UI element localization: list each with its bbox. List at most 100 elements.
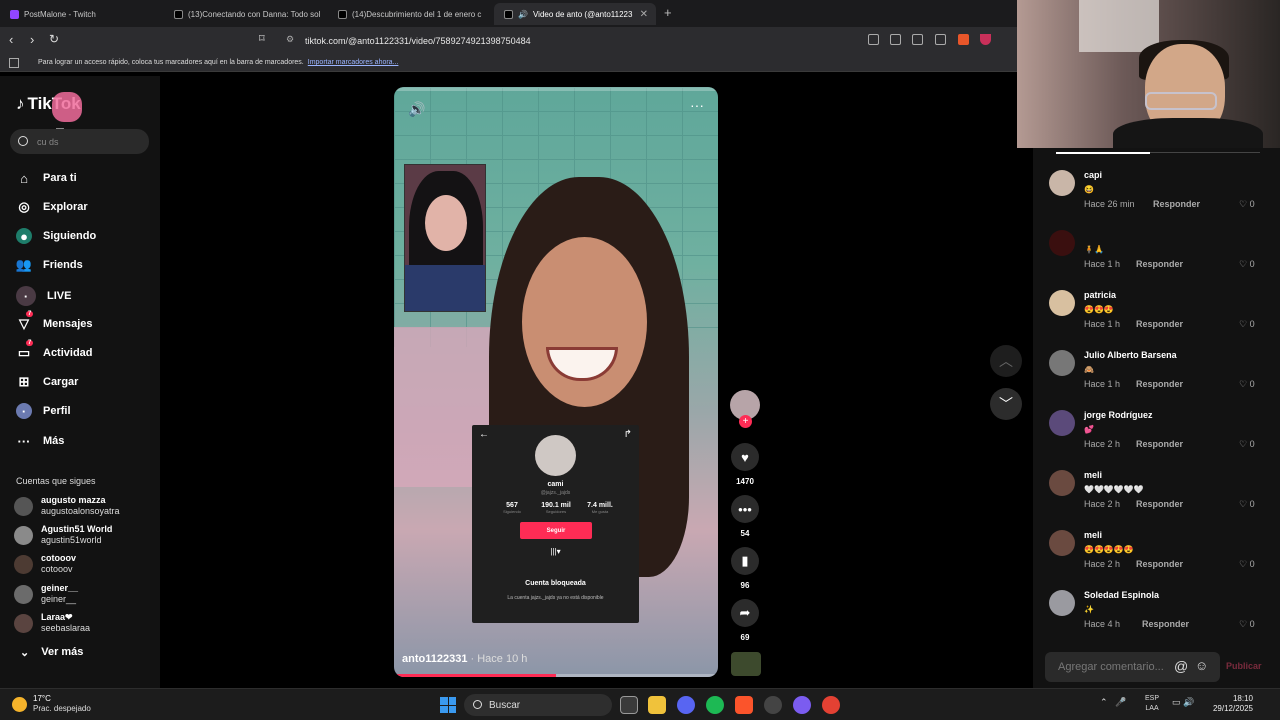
nav-perfil[interactable]: · Perfil (16, 403, 71, 419)
comment-like-button[interactable]: ♡ 0 (1239, 499, 1255, 510)
emoji-icon[interactable]: ☺ (1195, 658, 1208, 673)
comment-like-button[interactable]: ♡ 0 (1239, 619, 1255, 630)
reply-button[interactable]: Responder (1153, 199, 1200, 209)
tab-active-video[interactable]: 🔊 Video de anto (@anto11223 ✕ (494, 3, 656, 25)
following-account[interactable]: cotooov cotooov (14, 553, 76, 575)
comment-user[interactable]: jorge Rodríguez (1084, 410, 1153, 420)
extension-icon[interactable] (868, 34, 879, 45)
comment-like-button[interactable]: ♡ 0 (1239, 259, 1255, 270)
taskbar-search[interactable]: Buscar (464, 694, 612, 716)
comment-user[interactable]: patricia (1084, 290, 1116, 300)
following-account[interactable]: Agustin51 World agustin51world (14, 524, 112, 546)
following-account[interactable]: augusto mazza augustoalonsoyatra (14, 495, 120, 517)
close-tab-icon[interactable]: ✕ (640, 9, 648, 20)
comment-user[interactable]: capi (1084, 170, 1102, 180)
nav-cargar[interactable]: ⊞ Cargar (16, 374, 79, 390)
reply-button[interactable]: Responder (1142, 619, 1189, 629)
comment-like-button[interactable]: ♡ 0 (1239, 439, 1255, 450)
nav-mas[interactable]: ··· Más (16, 433, 65, 449)
reply-button[interactable]: Responder (1136, 259, 1183, 269)
translate-icon[interactable] (912, 34, 923, 45)
comment-user[interactable]: Julio Alberto Barsena (1084, 350, 1177, 360)
brave-rewards-icon[interactable] (980, 34, 991, 45)
avatar[interactable] (1049, 230, 1075, 256)
like-button[interactable]: ♥ 1470 (730, 443, 760, 486)
taskbar-clock[interactable]: 18:10 29/12/2025 (1205, 694, 1253, 714)
comment-user[interactable]: meli (1084, 530, 1102, 540)
import-bookmarks-link[interactable]: Importar marcadores ahora... (308, 59, 399, 66)
avatar[interactable] (1049, 590, 1075, 616)
avatar[interactable] (1049, 530, 1075, 556)
nav-siguiendo[interactable]: ● Siguiendo (16, 228, 96, 244)
file-explorer-icon[interactable] (648, 696, 666, 714)
nav-mensajes[interactable]: ▽ 7 Mensajes (16, 311, 93, 332)
avatar[interactable] (1049, 350, 1075, 376)
mention-icon[interactable]: @ (1174, 658, 1188, 674)
back-icon[interactable]: ‹ (9, 32, 13, 47)
bookmark-icon[interactable]: ⌑ (259, 32, 265, 45)
windows-start-icon[interactable] (440, 697, 456, 713)
reply-button[interactable]: Responder (1136, 559, 1183, 569)
weather-widget[interactable]: 17°C Prac. despejado (12, 694, 91, 714)
forward-icon[interactable]: › (30, 32, 34, 47)
avatar[interactable] (1049, 290, 1075, 316)
see-more-button[interactable]: ⌄ Ver más (20, 646, 83, 659)
nav-friends[interactable]: 👥 Friends (16, 257, 83, 273)
search-input[interactable]: cu ds (10, 129, 149, 154)
system-tray[interactable]: ⌃ 🎤 (1100, 697, 1126, 708)
reload-icon[interactable]: ↻ (49, 32, 59, 46)
discord-icon[interactable] (677, 696, 695, 714)
cast-icon[interactable] (890, 34, 901, 45)
steam-icon[interactable] (764, 696, 782, 714)
publish-button[interactable]: Publicar (1226, 661, 1262, 671)
avatar[interactable] (1049, 410, 1075, 436)
new-tab-button[interactable]: + (664, 5, 672, 20)
volume-icon[interactable]: 🔊 (408, 101, 425, 118)
comment-like-button[interactable]: ♡ 0 (1239, 379, 1255, 390)
spotify-icon[interactable] (706, 696, 724, 714)
nav-actividad[interactable]: ▭ 7 Actividad (16, 340, 93, 361)
share-icon[interactable] (935, 34, 946, 45)
chrome-icon[interactable] (822, 696, 840, 714)
next-video-button[interactable]: ﹀ (990, 388, 1022, 420)
comment-user[interactable]: Soledad Espinola (1084, 590, 1159, 600)
previous-video-button[interactable]: ︿ (990, 345, 1022, 377)
following-account[interactable]: Laraa❤ seebaslaraa (14, 612, 90, 634)
more-options-icon[interactable]: ··· (690, 97, 704, 113)
nav-para-ti[interactable]: ⌂ Para ti (16, 170, 77, 186)
reply-button[interactable]: Responder (1136, 439, 1183, 449)
comment-like-button[interactable]: ♡ 0 (1239, 559, 1255, 570)
tab-tiktok-2[interactable]: (14)Descubrimiento del 1 de enero c (328, 3, 488, 25)
follow-plus-icon[interactable]: + (739, 415, 752, 428)
nav-explorar[interactable]: ◎ Explorar (16, 199, 87, 215)
comment-user[interactable]: meli (1084, 470, 1102, 480)
network-volume-icons[interactable]: ▭ 🔊 (1172, 697, 1194, 708)
tab-tiktok-1[interactable]: (13)Conectando con Danna: Todo sol (164, 3, 324, 25)
video-progress-bar[interactable] (394, 674, 718, 677)
apps-icon[interactable] (9, 58, 19, 68)
brave-icon[interactable] (735, 696, 753, 714)
reply-button[interactable]: Responder (1136, 379, 1183, 389)
reply-button[interactable]: Responder (1136, 319, 1183, 329)
nav-live[interactable]: · LIVE (16, 286, 71, 306)
video-author-name[interactable]: anto1122331 (402, 653, 467, 665)
reply-button[interactable]: Responder (1136, 499, 1183, 509)
video-player[interactable]: 🔊 ··· ← ↱ cami @jajzs._jajds 567 Siguien… (394, 87, 718, 677)
comment-input[interactable]: Agregar comentario... (1045, 652, 1220, 682)
app-icon[interactable] (793, 696, 811, 714)
avatar[interactable] (1049, 170, 1075, 196)
tab-twitch[interactable]: PostMalone - Twitch (0, 3, 162, 25)
task-view-icon[interactable] (620, 696, 638, 714)
language-indicator[interactable]: ESP LAA (1145, 694, 1159, 714)
comment-button[interactable]: ••• 54 (730, 495, 760, 538)
brave-shield-icon[interactable] (958, 34, 969, 45)
chevron-down-icon: ⌄ (20, 647, 30, 659)
comment-like-button[interactable]: ♡ 0 (1239, 319, 1255, 330)
share-button[interactable]: ➦ 69 (730, 599, 760, 642)
avatar[interactable] (1049, 470, 1075, 496)
site-info-icon[interactable]: ⚙ (286, 34, 294, 45)
comment-like-button[interactable]: ♡ 0 (1239, 199, 1255, 210)
save-button[interactable]: ▮ 96 (730, 547, 760, 590)
music-disc-icon[interactable] (731, 652, 761, 676)
following-account[interactable]: geiner__ geiner__ (14, 583, 78, 605)
